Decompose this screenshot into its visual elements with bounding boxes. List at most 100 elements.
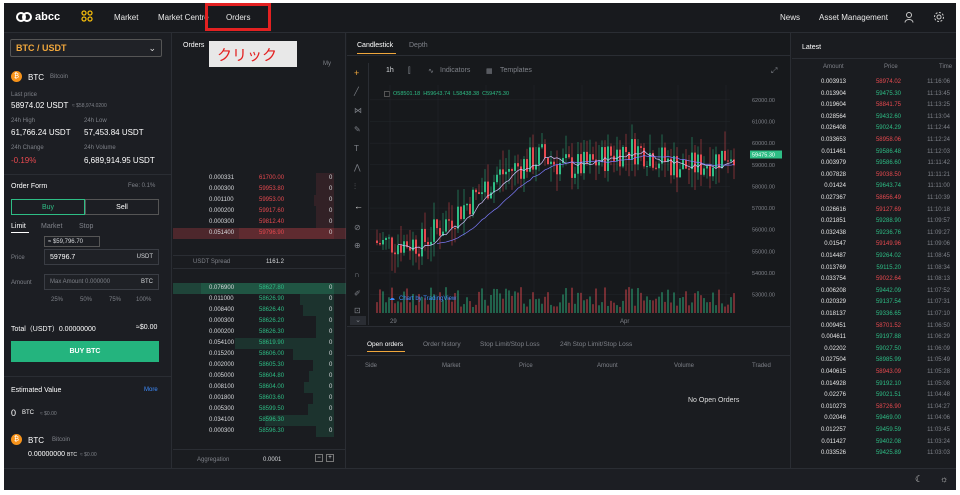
orderbook-row[interactable]: 0.000300 58596.30 0 <box>173 426 346 437</box>
trendline-icon[interactable]: ╱ <box>354 87 359 96</box>
buy-tab-button[interactable]: Buy <box>11 199 85 215</box>
orderbook-row[interactable]: 0.002000 58605.30 0 <box>173 360 346 371</box>
pct-25[interactable]: 25% <box>51 297 63 303</box>
brush-icon[interactable]: ✎ <box>354 125 361 134</box>
trade-price: 59127.69 <box>875 206 901 213</box>
orderbook-row[interactable]: 0.054100 58619.90 0 <box>173 338 346 349</box>
ruler-icon[interactable]: ⊘ <box>354 223 361 232</box>
sell-tab-button[interactable]: Sell <box>85 199 159 215</box>
back-arrow-icon[interactable]: ← <box>354 201 363 211</box>
price-input[interactable]: 59796.7 USDT <box>44 249 159 265</box>
orderbook-row[interactable]: 0.005300 58599.50 0 <box>173 404 346 415</box>
tab-stop[interactable]: Stop <box>79 223 93 230</box>
zoom-icon[interactable]: ⊕ <box>354 241 361 250</box>
crosshair-icon[interactable]: + <box>354 68 359 78</box>
y-tick-label: 54000.00 <box>752 271 775 277</box>
trade-amount: 0.026408 <box>820 125 846 132</box>
open-orders-panel: Open orders Order history Stop Limit/Sto… <box>347 326 791 468</box>
chevron-down-icon[interactable]: ⌄ <box>350 316 366 325</box>
templates-button[interactable]: Templates <box>500 67 532 74</box>
nav-asset-management[interactable]: Asset Management <box>819 13 888 22</box>
trade-amount: 0.009451 <box>820 322 846 329</box>
nav-market[interactable]: Market <box>114 13 138 22</box>
indicators-icon[interactable]: ∿ <box>428 67 434 75</box>
tab-24h-stop-limit[interactable]: 24h Stop Limit/Stop Loss <box>560 341 632 348</box>
tab-market[interactable]: Market <box>41 223 62 230</box>
candle-body <box>721 150 723 169</box>
est-unit: BTC <box>22 410 34 416</box>
lock-icon[interactable]: ⊡ <box>354 306 361 315</box>
templates-icon[interactable]: ▦ <box>486 67 493 75</box>
pair-label: BTC / USDT <box>16 43 67 53</box>
settings-gear-icon[interactable] <box>933 11 945 25</box>
amount-placeholder: Max Amount 0.000000 <box>50 279 111 285</box>
orderbook-row[interactable]: 0.001800 58603.60 0 <box>173 393 346 404</box>
orderbook-row[interactable]: 0.008100 58604.00 0 <box>173 382 346 393</box>
orderbook-row[interactable]: 0.000300 58626.20 0 <box>173 316 346 327</box>
tab-order-history[interactable]: Order history <box>423 341 461 348</box>
dark-mode-moon-icon[interactable]: ☾ <box>915 474 923 485</box>
user-icon[interactable] <box>904 12 914 25</box>
volume-bar <box>472 306 474 313</box>
orderbook-row[interactable]: 0.000331 61700.00 0 <box>173 173 346 184</box>
tab-candlestick[interactable]: Candlestick <box>357 42 393 49</box>
aggregation-plus-button[interactable]: + <box>326 454 334 462</box>
orderbook-row[interactable]: 0.000300 59953.80 0 <box>173 184 346 195</box>
balance-coin-name: Bitcoin <box>52 437 71 443</box>
fullscreen-icon[interactable]: ⤢ <box>771 66 777 76</box>
tab-limit[interactable]: Limit <box>11 223 26 230</box>
volume-bar <box>523 303 525 313</box>
trade-amount: 0.013904 <box>820 90 846 97</box>
order-price: 58626.20 <box>259 318 285 324</box>
candle-body <box>439 228 441 236</box>
fib-icon[interactable]: ⋈ <box>354 106 362 115</box>
tab-open-orders[interactable]: Open orders <box>367 341 403 348</box>
candle-style-icon[interactable]: ⫿ <box>408 66 411 76</box>
y-tick-label: 61000.00 <box>752 119 775 125</box>
order-amount: 0.005300 <box>209 406 235 412</box>
divider <box>347 55 791 56</box>
buy-btc-button[interactable]: BUY BTC <box>11 341 159 362</box>
order-price: 58596.30 <box>259 417 285 423</box>
depth-bar <box>293 349 334 360</box>
orderbook-row[interactable]: 0.001100 59953.00 0 <box>173 195 346 206</box>
orderbook-row[interactable]: 0.008400 58626.40 0 <box>173 305 346 316</box>
aggregation-value: 0.0001 <box>263 457 282 463</box>
orderbook-row[interactable]: 0.000200 59917.60 0 <box>173 206 346 217</box>
pattern-icon[interactable]: ⋀ <box>354 163 361 172</box>
orderbook-row[interactable]: 0.000300 59812.40 0 <box>173 217 346 228</box>
text-tool-icon[interactable]: T <box>354 144 359 153</box>
orderbook-row[interactable]: 0.000200 58626.30 0 <box>173 327 346 338</box>
orderbook-row[interactable]: 0.005000 58604.80 0 <box>173 371 346 382</box>
pct-50[interactable]: 50% <box>80 297 92 303</box>
pair-selector[interactable]: BTC / USDT ⌄ <box>10 39 162 57</box>
pct-100[interactable]: 100% <box>136 297 151 303</box>
amount-input[interactable]: Max Amount 0.000000 BTC <box>44 274 159 290</box>
prediction-icon[interactable]: ⫶ <box>354 182 356 192</box>
order-my: 0 <box>329 329 333 335</box>
pct-75[interactable]: 75% <box>109 297 121 303</box>
aggregation-minus-button[interactable]: − <box>315 454 323 462</box>
indicators-button[interactable]: Indicators <box>440 67 470 74</box>
tab-depth[interactable]: Depth <box>409 42 428 49</box>
lock-drawing-icon[interactable]: ✐ <box>354 289 361 298</box>
apps-grid-icon[interactable] <box>81 10 93 25</box>
nav-market-centre[interactable]: Market Centre <box>158 13 209 22</box>
candlestick-chart[interactable]: 62000.00 61000.00 60000.00 59000.00 58000.00… <box>370 85 791 326</box>
orderbook-row[interactable]: 0.015200 58606.00 0 <box>173 349 346 360</box>
logo[interactable]: abcc <box>16 11 60 23</box>
tab-stop-limit[interactable]: Stop Limit/Stop Loss <box>480 341 540 348</box>
more-link[interactable]: More <box>144 387 158 393</box>
interval-1h[interactable]: 1h <box>386 67 394 74</box>
orderbook-row[interactable]: 0.034100 58596.30 0 <box>173 415 346 426</box>
orderbook-row[interactable]: 0.076900 58627.80 0 <box>173 283 346 294</box>
nav-news[interactable]: News <box>780 13 800 22</box>
magnet-icon[interactable]: ∩ <box>354 270 360 279</box>
tab-active-underline <box>357 53 396 54</box>
candle-body <box>481 192 483 195</box>
trade-row: 0.032438 59236.76 11:09:27 <box>792 228 956 239</box>
candle-body <box>646 166 648 168</box>
light-mode-sun-icon[interactable]: ☼ <box>940 474 948 484</box>
orderbook-row[interactable]: 0.051400 59796.90 0 <box>173 228 346 239</box>
orderbook-row[interactable]: 0.011000 58626.90 0 <box>173 294 346 305</box>
